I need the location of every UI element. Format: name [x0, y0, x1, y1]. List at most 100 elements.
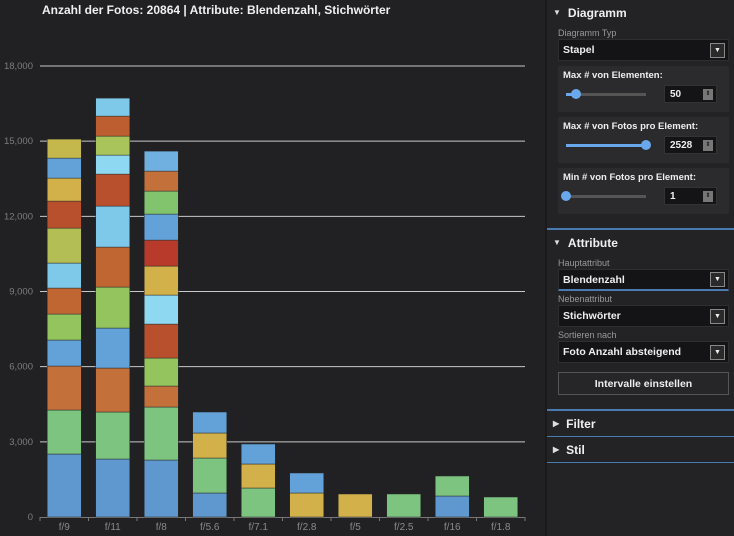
- x-tick-label: f/7.1: [249, 522, 269, 533]
- bar-segment: [95, 205, 130, 248]
- section-filter-header[interactable]: ▶ Filter: [547, 411, 734, 436]
- bar-segment: [144, 265, 179, 296]
- select-value: Stichwörter: [563, 310, 621, 322]
- chevron-down-icon: ▼: [710, 42, 725, 58]
- x-tick-label: f/2.5: [394, 522, 414, 533]
- bar-segment: [435, 495, 470, 518]
- chart-type-select[interactable]: Stapel ▼: [558, 39, 729, 61]
- divider: [547, 462, 734, 463]
- expanded-triangle-icon: ▼: [553, 238, 561, 247]
- min-photos-slider[interactable]: [561, 191, 646, 201]
- slider-handle[interactable]: [561, 191, 571, 201]
- x-tick-label: f/8: [156, 522, 168, 533]
- bar-segment: [47, 262, 82, 289]
- section-stil-header[interactable]: ▶ Stil: [547, 437, 734, 462]
- max-photos-input[interactable]: 2528 ⇕: [664, 136, 717, 154]
- bar-segment: [241, 463, 276, 489]
- bar-segment: [192, 457, 227, 494]
- control-label: Max # von Elementen:: [563, 70, 663, 81]
- chart-type-label: Diagramm Typ: [558, 28, 617, 38]
- section-title: Diagramm: [567, 5, 627, 20]
- bar-segment: [241, 443, 276, 465]
- bar-segment: [95, 97, 130, 117]
- bar-segment: [47, 287, 82, 315]
- main-attribute-label: Hauptattribut: [558, 258, 610, 268]
- y-tick-label: 15,000: [4, 136, 33, 147]
- y-tick-label: 6,000: [9, 362, 33, 373]
- bar-segment: [47, 365, 82, 411]
- max-elements-control: Max # von Elementen: 50 ⇕: [558, 66, 729, 112]
- max-elements-slider[interactable]: [566, 89, 646, 99]
- set-intervals-button[interactable]: Intervalle einstellen: [558, 372, 729, 395]
- input-value: 1: [670, 191, 676, 202]
- bar-segment: [144, 385, 179, 408]
- bar-segment: [338, 493, 373, 518]
- bar-segment: [386, 493, 421, 518]
- bar-segment: [47, 409, 82, 455]
- chevron-down-icon: ▼: [710, 344, 725, 360]
- input-value: 2528: [670, 140, 693, 151]
- expanded-triangle-icon: ▼: [553, 8, 561, 17]
- bar-segment: [144, 190, 179, 215]
- bar-segment: [47, 339, 82, 367]
- bar-segment: [95, 135, 130, 156]
- min-photos-input[interactable]: 1 ⇕: [664, 187, 717, 205]
- sort-select[interactable]: Foto Anzahl absteigend ▼: [558, 341, 729, 363]
- bar-segment: [95, 458, 130, 518]
- max-elements-input[interactable]: 50 ⇕: [664, 85, 717, 103]
- sub-attribute-select[interactable]: Stichwörter ▼: [558, 305, 729, 327]
- section-attribute-header[interactable]: ▼ Attribute: [547, 230, 734, 255]
- collapsed-triangle-icon: ▶: [553, 445, 560, 454]
- x-tick-label: f/9: [59, 522, 71, 533]
- bar-segment: [47, 313, 82, 341]
- slider-handle[interactable]: [641, 140, 651, 150]
- bar-segment: [289, 492, 324, 518]
- y-tick-label: 9,000: [9, 287, 33, 298]
- bar-segment: [47, 157, 82, 179]
- y-tick-label: 12,000: [4, 211, 33, 222]
- y-tick-label: 3,000: [9, 437, 33, 448]
- section-title: Attribute: [567, 235, 618, 250]
- bar-segment: [47, 453, 82, 518]
- select-value: Blendenzahl: [563, 273, 625, 286]
- slider-handle[interactable]: [570, 89, 581, 99]
- bar-segment: [289, 472, 324, 494]
- section-diagramm-header[interactable]: ▼ Diagramm: [547, 0, 734, 25]
- bar-segment: [95, 286, 130, 329]
- bar-segment: [192, 432, 227, 459]
- x-tick-label: f/16: [444, 522, 461, 533]
- max-photos-slider[interactable]: [566, 140, 651, 150]
- spinner-icon[interactable]: ⇕: [703, 140, 713, 151]
- bar-segment: [47, 177, 82, 202]
- select-value: Foto Anzahl absteigend: [563, 346, 682, 358]
- input-value: 50: [670, 89, 682, 100]
- bar-segment: [95, 173, 130, 207]
- stacked-bar-chart: 0 3,000 6,000 9,000 12,000 15,000 18,000 f/9 f/1…: [4, 61, 526, 533]
- chevron-down-icon: ▼: [710, 272, 725, 287]
- bar-segment: [95, 327, 130, 369]
- bar-segment: [144, 239, 179, 267]
- bar-segment: [95, 246, 130, 288]
- sort-label: Sortieren nach: [558, 330, 617, 340]
- x-tick-label: f/5: [350, 522, 362, 533]
- chevron-down-icon: ▼: [710, 308, 725, 324]
- settings-panel: ▼ Diagramm Diagramm Typ Stapel ▼ Max # von…: [545, 0, 734, 536]
- bar-segment: [144, 323, 179, 359]
- spinner-icon[interactable]: ⇕: [703, 89, 713, 100]
- max-photos-control: Max # von Fotos pro Element: 2528 ⇕: [558, 117, 729, 163]
- spinner-icon[interactable]: ⇕: [703, 191, 713, 202]
- bar-segment: [192, 492, 227, 518]
- bar-segment: [95, 115, 130, 137]
- bar-segment: [241, 487, 276, 518]
- min-photos-control: Min # von Fotos pro Element: 1 ⇕: [558, 168, 729, 214]
- bar-segment: [95, 154, 130, 175]
- sub-attribute-label: Nebenattribut: [558, 294, 613, 304]
- main-attribute-select[interactable]: Blendenzahl ▼: [558, 269, 729, 291]
- bar-segment: [435, 475, 470, 497]
- control-label: Min # von Fotos pro Element:: [563, 172, 697, 183]
- select-value: Stapel: [563, 44, 595, 56]
- section-title: Filter: [566, 416, 596, 431]
- y-tick-label: 18,000: [4, 61, 33, 72]
- x-tick-label: f/2.8: [297, 522, 317, 533]
- bar-segment: [95, 411, 130, 460]
